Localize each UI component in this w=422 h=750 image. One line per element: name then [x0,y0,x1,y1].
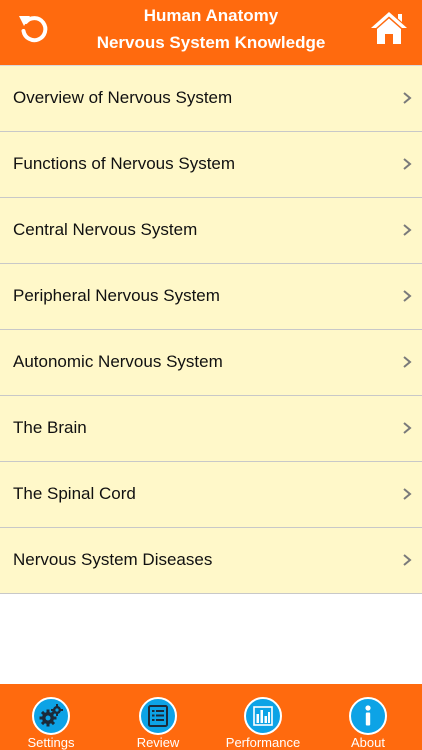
chevron-right-icon [403,290,412,302]
chevron-right-icon [403,224,412,236]
app-header: Human Anatomy Nervous System Knowledge [0,0,422,66]
tab-performance[interactable]: Performance [213,684,313,750]
list-item-label: The Spinal Cord [13,484,136,503]
bar-chart-icon [244,697,282,735]
list-item-label: Overview of Nervous System [13,88,233,107]
list-item-label: Functions of Nervous System [13,154,236,173]
gears-icon [32,697,70,735]
chevron-right-icon [403,488,412,500]
list-item-label: Autonomic Nervous System [13,352,223,371]
tab-about[interactable]: About [318,684,418,750]
list-item[interactable]: Overview of Nervous System [0,66,422,132]
list-icon [139,697,177,735]
app-title: Human Anatomy [143,6,279,25]
list-item-label: Peripheral Nervous System [13,286,220,305]
app-subtitle: Nervous System Knowledge [96,33,326,52]
list-item[interactable]: Functions of Nervous System [0,132,422,198]
info-icon [349,697,387,735]
tab-settings-label: Settings [27,735,75,750]
list-item-label: Central Nervous System [13,220,198,239]
bottom-tab-bar: Settings Review Performance About [0,684,422,750]
list-item[interactable]: Peripheral Nervous System [0,264,422,330]
tab-performance-label: Performance [225,735,301,750]
list-item[interactable]: The Spinal Cord [0,462,422,528]
list-item[interactable]: Central Nervous System [0,198,422,264]
refresh-button[interactable] [14,8,54,48]
list-item-label: The Brain [13,418,87,437]
chevron-right-icon [403,158,412,170]
list-item[interactable]: Autonomic Nervous System [0,330,422,396]
chevron-right-icon [403,92,412,104]
topic-list: Overview of Nervous System Functions of … [0,66,422,594]
chevron-right-icon [403,422,412,434]
home-button[interactable] [370,10,408,46]
home-icon [371,12,407,44]
chevron-right-icon [403,356,412,368]
refresh-icon [19,16,48,43]
list-item[interactable]: Nervous System Diseases [0,528,422,594]
list-item[interactable]: The Brain [0,396,422,462]
tab-settings[interactable]: Settings [1,684,101,750]
tab-review-label: Review [136,735,180,750]
tab-about-label: About [351,735,385,750]
tab-review[interactable]: Review [108,684,208,750]
list-item-label: Nervous System Diseases [13,550,213,569]
chevron-right-icon [403,554,412,566]
